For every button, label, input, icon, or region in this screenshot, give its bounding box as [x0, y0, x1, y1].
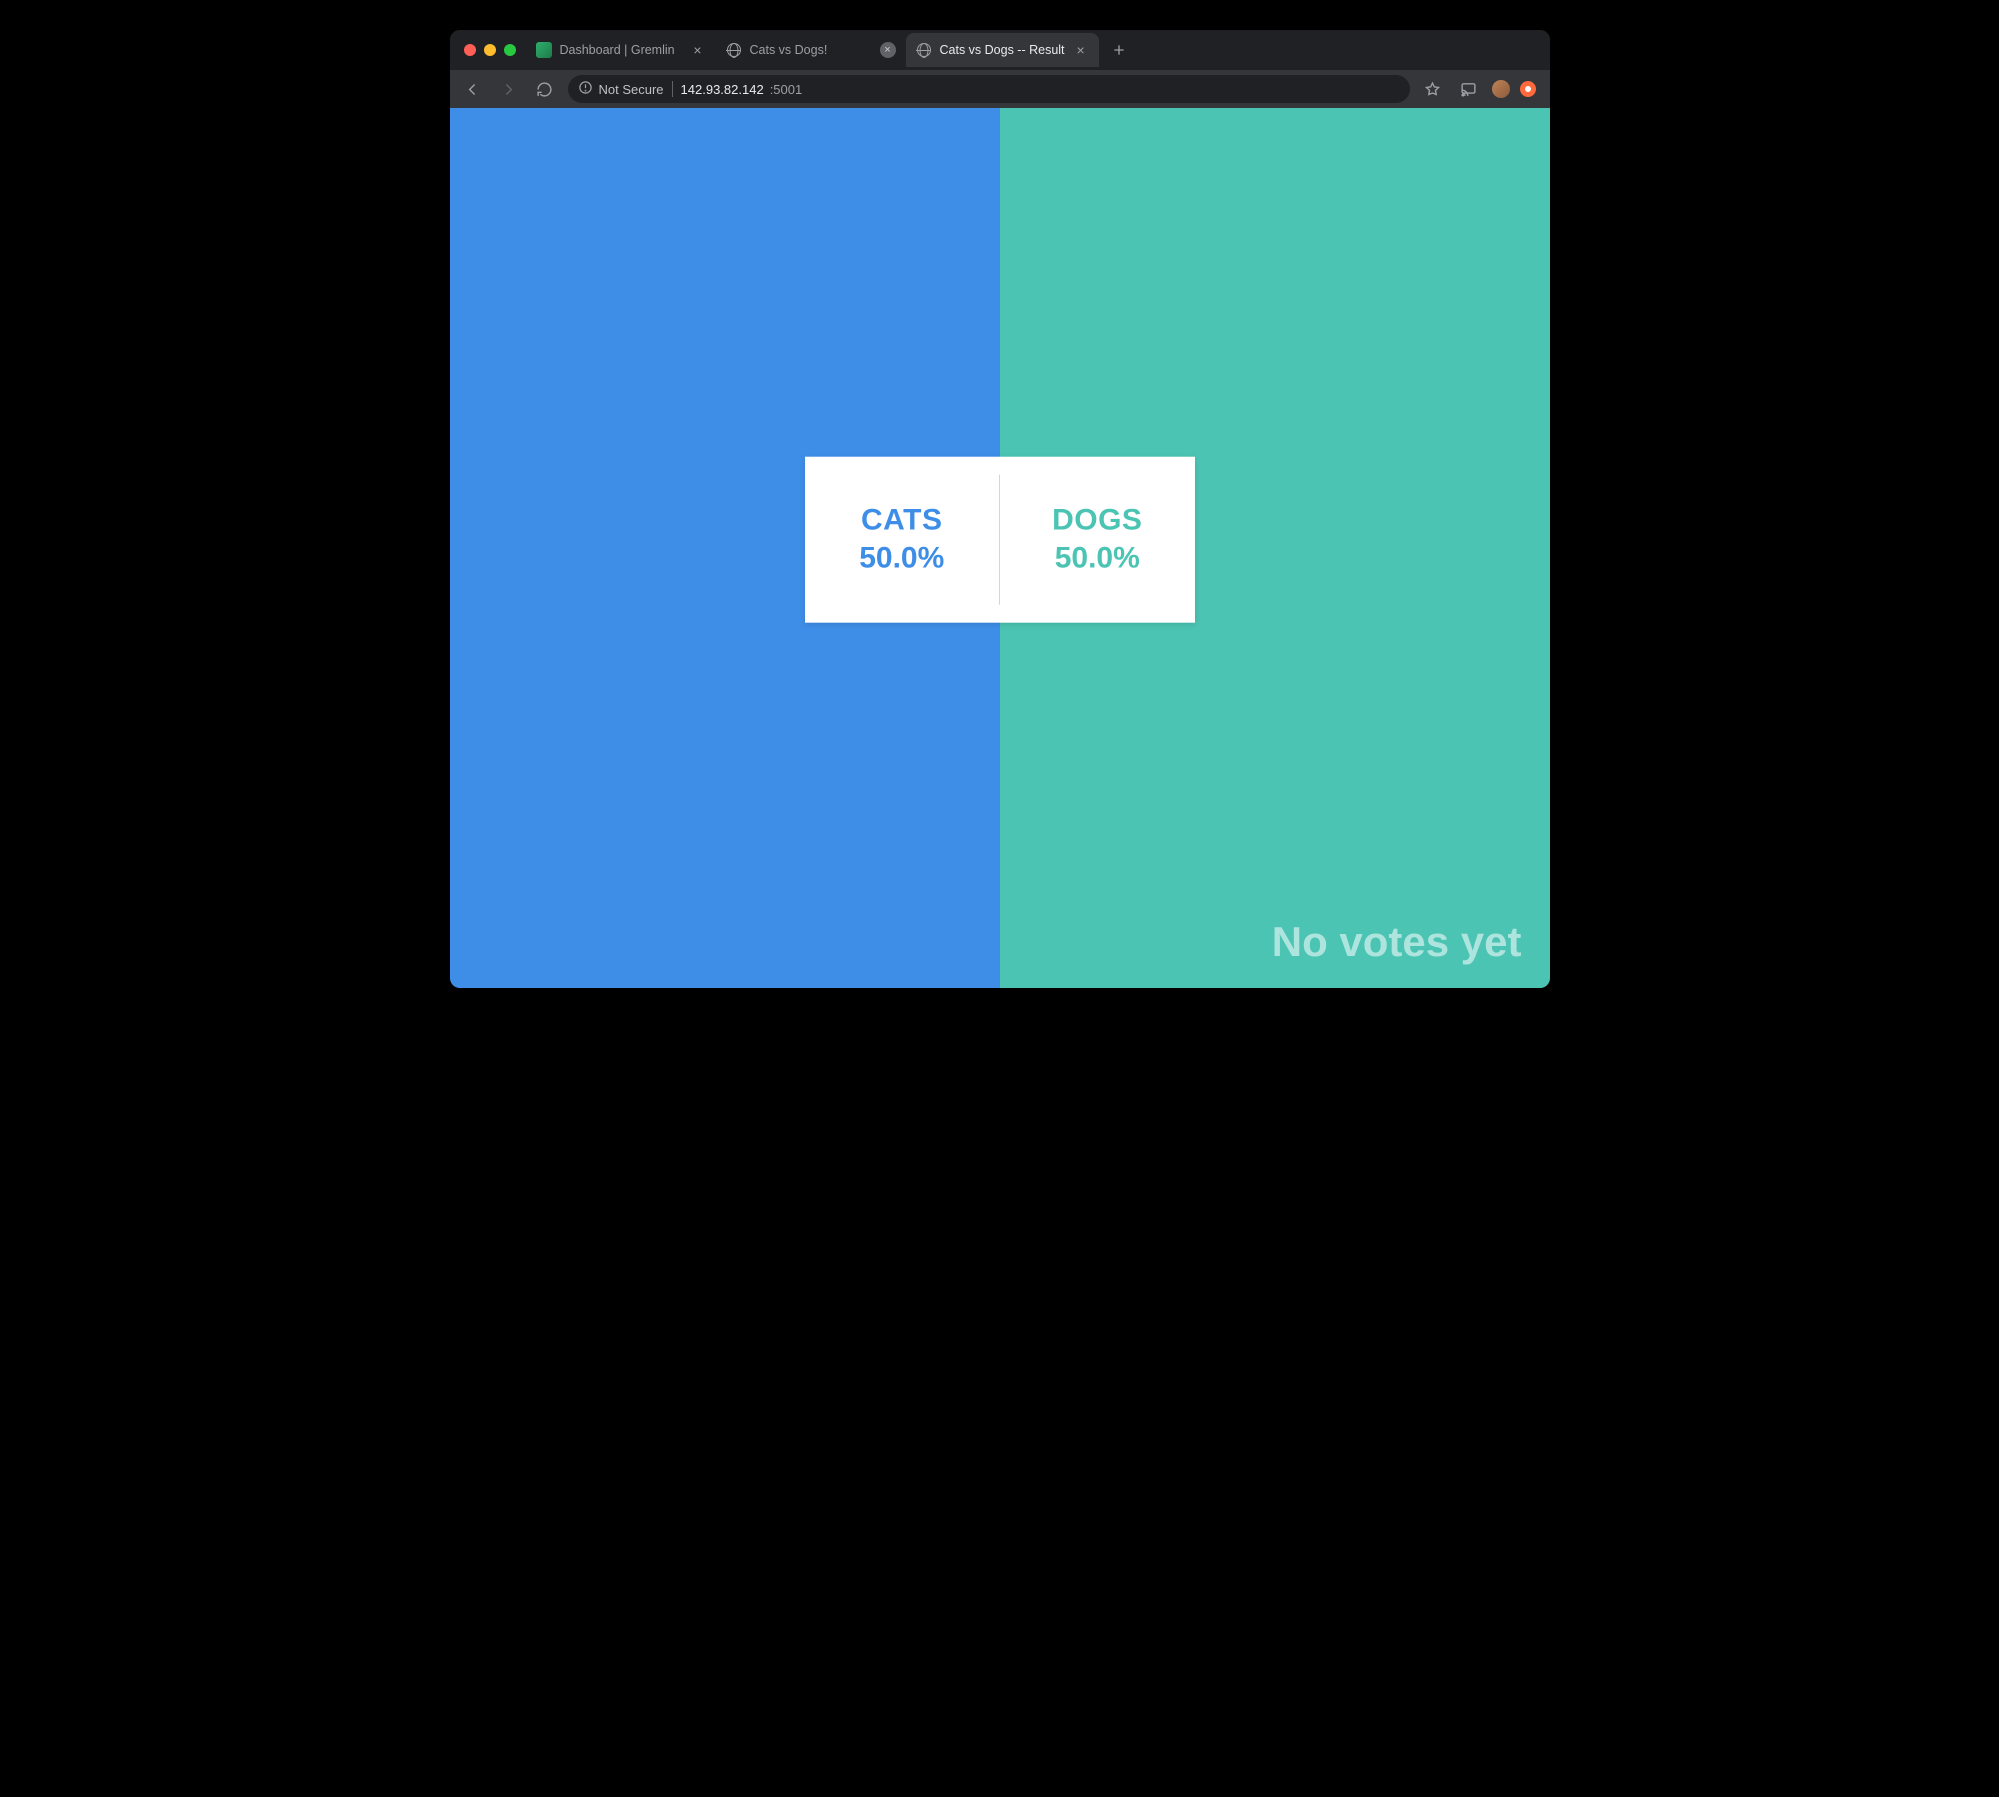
extension-badge-icon[interactable] — [1520, 81, 1536, 97]
globe-icon — [726, 42, 742, 58]
new-tab-button[interactable] — [1105, 36, 1133, 64]
url-port: :5001 — [770, 82, 803, 97]
vote-status-text: No votes yet — [1272, 918, 1522, 966]
dogs-label: DOGS — [1052, 504, 1142, 538]
cats-percent: 50.0% — [859, 542, 944, 576]
tab-close-button[interactable]: × — [1073, 42, 1089, 58]
security-label: Not Secure — [599, 82, 664, 97]
cast-icon[interactable] — [1456, 76, 1482, 102]
nav-reload-button[interactable] — [532, 76, 558, 102]
tab-cats-vs-dogs-result[interactable]: Cats vs Dogs -- Result × — [906, 33, 1099, 67]
gremlin-favicon-icon — [536, 42, 552, 58]
result-cats: CATS 50.0% — [805, 457, 1000, 623]
nav-forward-button[interactable] — [496, 76, 522, 102]
result-card: CATS 50.0% DOGS 50.0% — [805, 457, 1195, 623]
globe-icon — [916, 42, 932, 58]
tab-cats-vs-dogs[interactable]: Cats vs Dogs! × — [716, 33, 906, 67]
address-bar[interactable]: Not Secure 142.93.82.142 :5001 — [568, 75, 1410, 103]
window-close-button[interactable] — [464, 44, 476, 56]
tab-title: Cats vs Dogs! — [750, 43, 872, 57]
tab-close-button[interactable]: × — [690, 42, 706, 58]
toolbar: Not Secure 142.93.82.142 :5001 — [450, 70, 1550, 108]
omnibox-divider — [672, 81, 673, 97]
tab-title: Dashboard | Gremlin — [560, 43, 682, 57]
not-secure-icon — [578, 80, 593, 98]
nav-back-button[interactable] — [460, 76, 486, 102]
dogs-percent: 50.0% — [1055, 542, 1140, 576]
url-host: 142.93.82.142 — [681, 82, 764, 97]
tab-title: Cats vs Dogs -- Result — [940, 43, 1065, 57]
window-minimize-button[interactable] — [484, 44, 496, 56]
tab-close-button[interactable]: × — [880, 42, 896, 58]
profile-avatar[interactable] — [1492, 80, 1510, 98]
toolbar-right — [1420, 76, 1540, 102]
browser-window: Dashboard | Gremlin × Cats vs Dogs! × Ca… — [450, 30, 1550, 988]
tab-bar: Dashboard | Gremlin × Cats vs Dogs! × Ca… — [450, 30, 1550, 70]
tab-dashboard-gremlin[interactable]: Dashboard | Gremlin × — [526, 33, 716, 67]
cats-label: CATS — [861, 504, 942, 538]
page-viewport: CATS 50.0% DOGS 50.0% No votes yet — [450, 108, 1550, 988]
window-zoom-button[interactable] — [504, 44, 516, 56]
window-controls — [460, 44, 526, 56]
result-dogs: DOGS 50.0% — [1000, 457, 1195, 623]
bookmark-star-icon[interactable] — [1420, 76, 1446, 102]
